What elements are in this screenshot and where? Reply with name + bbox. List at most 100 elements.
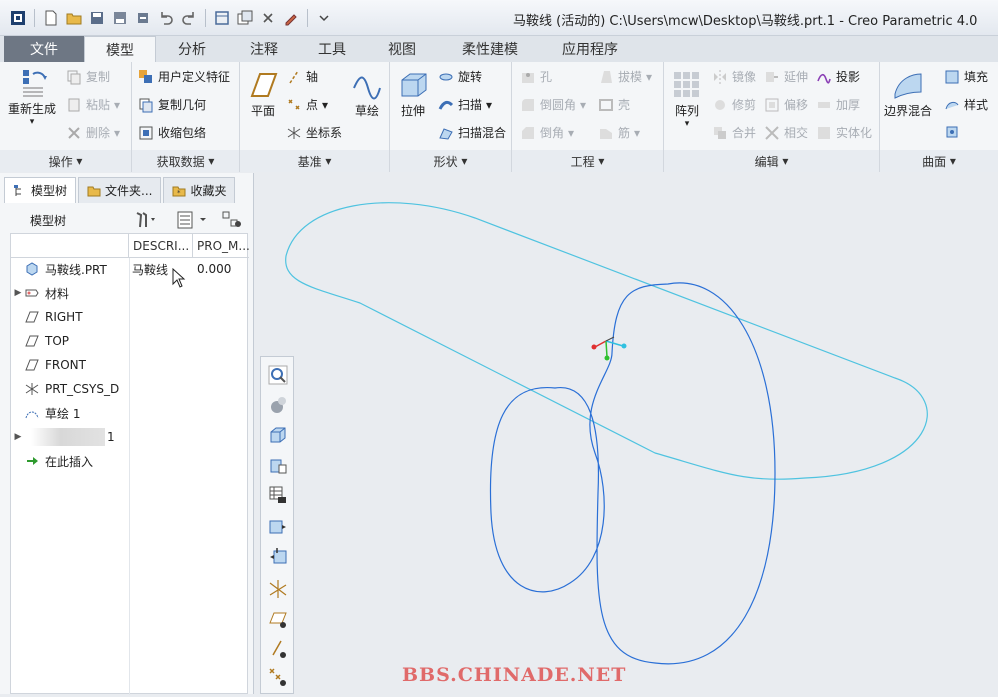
- spin-center-button[interactable]: [266, 545, 290, 569]
- tab-file[interactable]: 文件: [4, 36, 84, 62]
- tree-row-material[interactable]: ▶ 材料: [11, 282, 69, 304]
- paste-button[interactable]: 粘贴 ▾: [66, 96, 120, 113]
- tree-row-top[interactable]: TOP: [11, 330, 69, 352]
- close-icon[interactable]: [258, 8, 278, 28]
- expand-arrow-icon[interactable]: ▶: [11, 288, 25, 298]
- axis-display-button[interactable]: [266, 637, 290, 661]
- saved-orientations-button[interactable]: [266, 423, 290, 447]
- tree-row-front[interactable]: FRONT: [11, 354, 86, 376]
- round-button[interactable]: 倒圆角 ▾: [520, 96, 586, 113]
- datum-csys-button[interactable]: 坐标系: [286, 124, 342, 141]
- pattern-button[interactable]: 阵列 ▾: [670, 68, 704, 129]
- extend-button[interactable]: 延伸: [764, 68, 808, 85]
- customize-icon[interactable]: [281, 8, 301, 28]
- swept-blend-button[interactable]: 扫描混合: [438, 124, 506, 141]
- solidify-button[interactable]: 实体化: [816, 124, 872, 141]
- group-get-data-label[interactable]: 获取数据 ▾: [132, 150, 239, 172]
- chamfer-button[interactable]: 倒角 ▾: [520, 124, 574, 141]
- tree-columns-button[interactable]: [176, 211, 210, 232]
- repaint-button[interactable]: [266, 515, 290, 539]
- group-datum-label[interactable]: 基准 ▾: [240, 150, 389, 172]
- view-manager-button[interactable]: [266, 453, 290, 477]
- tab-favorites[interactable]: * 收藏夹: [163, 177, 236, 203]
- tab-folder-browser[interactable]: 文件夹...: [78, 177, 162, 203]
- csys-display-button[interactable]: [266, 577, 290, 601]
- revolve-button[interactable]: 旋转: [438, 68, 482, 85]
- sketch-button[interactable]: 草绘: [350, 68, 384, 119]
- redo-icon[interactable]: [179, 8, 199, 28]
- intersect-button[interactable]: 相交: [764, 124, 808, 141]
- regenerate-button[interactable]: 重新生成 ▾: [8, 66, 56, 127]
- project-button[interactable]: 投影: [816, 68, 860, 85]
- draft-button[interactable]: 拔模 ▾: [598, 68, 652, 85]
- tree-row-part[interactable]: 马鞍线.PRT 马鞍线 0.000: [11, 258, 249, 280]
- tree-row-insert-here[interactable]: 在此插入: [11, 450, 93, 472]
- tree-row-hidden-feature[interactable]: ▶ 1: [11, 426, 129, 448]
- tab-flexible-modeling[interactable]: 柔性建模: [440, 36, 540, 62]
- style-button[interactable]: 样式: [944, 96, 988, 113]
- shell-button[interactable]: 壳: [598, 96, 630, 113]
- model-tree-label: 模型树: [30, 213, 67, 228]
- chevron-down-icon[interactable]: [314, 8, 334, 28]
- boundary-blend-button[interactable]: 边界混合: [884, 68, 932, 119]
- tab-model[interactable]: 模型: [84, 36, 156, 62]
- zoom-button[interactable]: [266, 363, 290, 387]
- datum-point-button[interactable]: 点 ▾: [286, 96, 328, 113]
- tab-tools[interactable]: 工具: [300, 36, 364, 62]
- shrinkwrap-button[interactable]: 收缩包络: [138, 124, 206, 141]
- offset-button[interactable]: 偏移: [764, 96, 808, 113]
- switch-window-icon[interactable]: [235, 8, 255, 28]
- group-surfaces-label[interactable]: 曲面 ▾: [880, 150, 998, 172]
- tab-applications[interactable]: 应用程序: [540, 36, 640, 62]
- copy-button[interactable]: 复制: [66, 68, 110, 85]
- layers-button[interactable]: [266, 483, 290, 507]
- group-shape-label[interactable]: 形状 ▾: [390, 150, 511, 172]
- tree-settings-button[interactable]: [134, 211, 156, 232]
- delete-button[interactable]: 删除 ▾: [66, 124, 120, 141]
- fill-button[interactable]: 填充: [944, 68, 988, 85]
- datum-plane-button[interactable]: 平面: [246, 68, 280, 119]
- tab-annotate[interactable]: 注释: [228, 36, 300, 62]
- expand-arrow-icon[interactable]: ▶: [11, 432, 25, 442]
- plane-display-button[interactable]: [266, 607, 290, 631]
- copy-geometry-button[interactable]: 复制几何: [138, 96, 206, 113]
- group-engineering-label[interactable]: 工程 ▾: [512, 150, 663, 172]
- tree-icon: [14, 184, 21, 196]
- column-header-pro-mp[interactable]: PRO_M...: [193, 234, 250, 258]
- tree-filter-button[interactable]: [222, 211, 244, 232]
- display-style-button[interactable]: [266, 393, 290, 417]
- hole-button[interactable]: 孔: [520, 68, 552, 85]
- trim-icon: [715, 99, 725, 110]
- extrude-button[interactable]: 拉伸: [396, 68, 430, 119]
- rib-button[interactable]: 筋 ▾: [598, 124, 640, 141]
- merge-button[interactable]: 合并: [712, 124, 756, 141]
- tree-row-right[interactable]: RIGHT: [11, 306, 83, 328]
- point-display-button[interactable]: [266, 665, 290, 689]
- tab-view[interactable]: 视图: [364, 36, 440, 62]
- open-icon[interactable]: [64, 8, 84, 28]
- tab-analysis[interactable]: 分析: [156, 36, 228, 62]
- regenerate-icon[interactable]: [133, 8, 153, 28]
- app-icon[interactable]: [8, 8, 28, 28]
- svg-text:*: *: [177, 189, 181, 197]
- window-icon[interactable]: [212, 8, 232, 28]
- copy-icon: [67, 70, 81, 84]
- save-icon[interactable]: [87, 8, 107, 28]
- sweep-button[interactable]: 扫描 ▾: [438, 96, 492, 113]
- graphics-window[interactable]: [255, 173, 998, 694]
- tree-row-csys[interactable]: PRT_CSYS_D: [11, 378, 141, 400]
- udf-button[interactable]: 用户定义特征: [138, 68, 230, 85]
- save-as-icon[interactable]: [110, 8, 130, 28]
- freestyle-button[interactable]: [944, 124, 960, 140]
- group-editing-label[interactable]: 编辑 ▾: [664, 150, 879, 172]
- tree-row-sketch[interactable]: 草绘 1: [11, 402, 80, 424]
- tab-model-tree[interactable]: 模型树: [4, 177, 77, 203]
- new-icon[interactable]: [41, 8, 61, 28]
- trim-button[interactable]: 修剪: [712, 96, 756, 113]
- datum-axis-button[interactable]: 轴: [286, 68, 318, 85]
- thicken-button[interactable]: 加厚: [816, 96, 860, 113]
- undo-icon[interactable]: [156, 8, 176, 28]
- mirror-button[interactable]: 镜像: [712, 68, 756, 85]
- column-header-description[interactable]: DESCRI...: [129, 234, 193, 258]
- group-operations-label[interactable]: 操作 ▾: [0, 150, 131, 172]
